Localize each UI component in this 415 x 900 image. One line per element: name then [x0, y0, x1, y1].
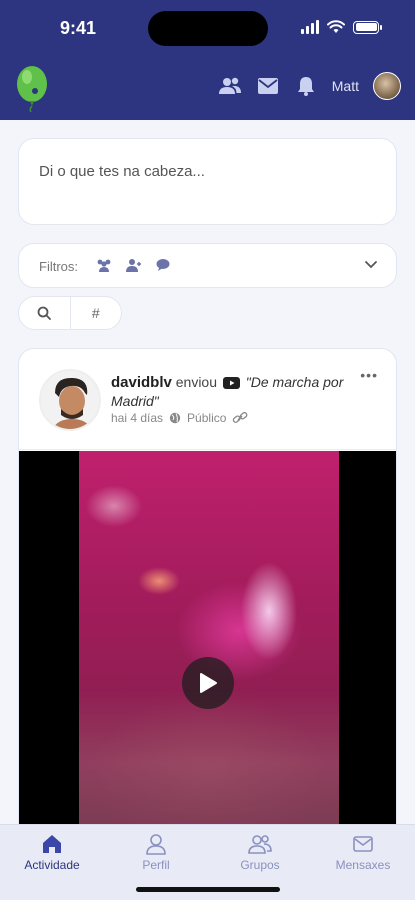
messages-icon — [353, 836, 373, 852]
status-time: 9:41 — [60, 18, 97, 38]
filter-icons — [96, 258, 170, 272]
post-author-name[interactable]: davidblv — [111, 374, 172, 391]
home-icon — [43, 835, 61, 853]
post-options-button[interactable]: ••• — [360, 367, 378, 383]
dynamic-island — [148, 11, 268, 46]
video-player[interactable] — [19, 451, 396, 847]
tab-profile[interactable]: Perfil — [104, 833, 208, 872]
tab-groups[interactable]: Grupos — [208, 833, 312, 872]
tab-messages[interactable]: Mensaxes — [311, 833, 415, 872]
user-name[interactable]: Matt — [332, 78, 359, 94]
play-icon — [200, 673, 217, 693]
home-indicator — [136, 887, 280, 892]
post-action: enviou — [175, 374, 218, 390]
hashtag-button[interactable]: # — [71, 297, 122, 329]
post-visibility: Público — [187, 411, 227, 425]
post-header: davidblv enviou "De marcha por Madrid" — [111, 373, 361, 411]
activity-post: davidblv enviou "De marcha por Madrid" h… — [18, 348, 397, 848]
groups-icon — [248, 835, 272, 854]
youtube-icon — [222, 377, 240, 389]
bell-icon[interactable] — [294, 74, 318, 98]
globe-icon — [169, 412, 181, 424]
post-time[interactable]: hai 4 días — [111, 411, 163, 425]
filters-bar[interactable]: Filtros: — [18, 243, 397, 288]
profile-icon — [146, 834, 166, 855]
search-tools: # — [18, 296, 122, 330]
link-icon[interactable] — [232, 411, 248, 425]
header-actions: Matt — [218, 72, 401, 100]
search-icon — [37, 306, 52, 320]
post-meta: hai 4 días Público — [111, 411, 248, 425]
top-bar: 9:41 Matt — [0, 0, 415, 120]
chevron-down-icon[interactable] — [364, 260, 378, 270]
tab-label: Perfil — [142, 858, 170, 872]
tab-label: Grupos — [240, 858, 280, 872]
tab-label: Actividade — [24, 858, 80, 872]
signal-icon — [301, 20, 319, 34]
tab-label: Mensaxes — [335, 858, 391, 872]
search-button[interactable] — [19, 297, 70, 329]
play-button[interactable] — [182, 657, 234, 709]
post-author-avatar[interactable] — [39, 369, 101, 431]
post-divider — [19, 449, 396, 450]
user-avatar[interactable] — [373, 72, 401, 100]
mail-icon[interactable] — [256, 74, 280, 98]
wifi-icon — [327, 20, 345, 33]
tab-activity[interactable]: Actividade — [0, 833, 104, 872]
user-add-filter-icon[interactable] — [126, 258, 142, 272]
comment-filter-icon[interactable] — [156, 258, 170, 272]
balloon-logo-icon[interactable] — [14, 64, 50, 112]
hashtag-icon: # — [91, 305, 100, 321]
video-thumbnail — [79, 451, 339, 847]
groups-filter-icon[interactable] — [96, 258, 112, 272]
status-icons — [301, 20, 382, 34]
battery-icon — [353, 20, 382, 34]
friends-icon[interactable] — [218, 74, 242, 98]
filters-label: Filtros: — [39, 259, 78, 274]
status-composer[interactable]: Di o que tes na cabeza... — [18, 138, 397, 225]
composer-placeholder[interactable]: Di o que tes na cabeza... — [39, 163, 205, 180]
